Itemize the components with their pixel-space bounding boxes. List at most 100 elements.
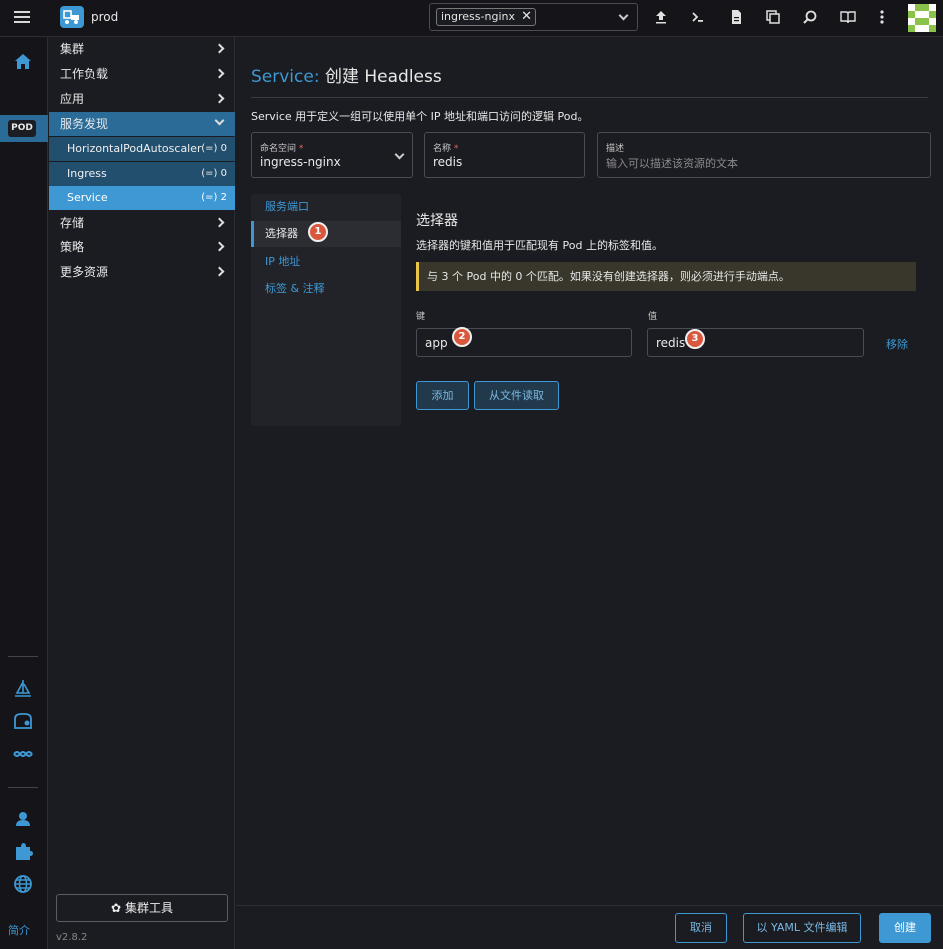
nav-item-label: 集群 xyxy=(60,42,85,56)
chevron-right-icon xyxy=(214,266,225,277)
namespace-filter[interactable]: ingress-nginx ✕ xyxy=(429,3,638,31)
nav-item-label: 更多资源 xyxy=(60,265,109,279)
globe-icon[interactable] xyxy=(12,873,34,895)
cluster-name: prod xyxy=(91,10,119,24)
fleet-icon[interactable] xyxy=(12,710,34,732)
warning-banner: 与 3 个 Pod 中的 0 个匹配。如果没有创建选择器，则必须进行手动端点。 xyxy=(416,262,916,291)
extensions-chain-icon[interactable] xyxy=(12,743,34,765)
value-column-label: 值 xyxy=(648,312,658,322)
key-column-label: 键 xyxy=(416,312,426,322)
nav-sub-count: (=) 2 xyxy=(201,192,227,203)
nav-item-label: 服务发现 xyxy=(60,117,109,131)
copy-config-icon[interactable] xyxy=(765,9,781,25)
page-title: Service: 创建 Headless xyxy=(251,62,442,87)
required-marker: * xyxy=(453,144,459,154)
description-placeholder: 输入可以描述该资源的文本 xyxy=(606,157,738,170)
nav-item-label: 应用 xyxy=(60,92,85,106)
selector-description: 选择器的键和值用于匹配现有 Pod 上的标签和值。 xyxy=(416,239,663,252)
step-badge-3: 3 xyxy=(685,329,705,349)
file-icon[interactable] xyxy=(728,9,744,25)
add-button[interactable]: 添加 xyxy=(416,381,469,410)
namespace-label: 命名空间 * xyxy=(260,141,303,154)
create-button[interactable]: 创建 xyxy=(879,913,931,943)
namespace-value: ingress-nginx xyxy=(260,155,341,169)
namespace-select[interactable]: 命名空间 * ingress-nginx xyxy=(251,132,413,178)
nav-item-policy[interactable]: 策略 xyxy=(49,235,235,259)
nav-item-label: 存储 xyxy=(60,216,85,230)
edit-yaml-button[interactable]: 以 YAML 文件编辑 xyxy=(743,913,861,943)
step-badge-2: 2 xyxy=(452,327,472,347)
nav-sub-label: Service xyxy=(67,191,108,204)
nav-sub-count: (=) 0 xyxy=(201,143,227,154)
left-rail: POD 简介 xyxy=(0,37,48,949)
nav-item-more-resources[interactable]: 更多资源 xyxy=(49,260,235,284)
about-link[interactable]: 简介 xyxy=(8,922,30,938)
nav-item-cluster[interactable]: 集群 xyxy=(49,37,235,61)
user-avatar[interactable] xyxy=(908,4,936,32)
footer-bar: 取消 以 YAML 文件编辑 创建 xyxy=(236,905,943,949)
chevron-down-icon[interactable] xyxy=(618,10,629,21)
search-icon[interactable] xyxy=(802,9,818,25)
version-label: v2.8.2 xyxy=(56,932,88,943)
gear-icon: ✿ xyxy=(111,901,122,915)
nav-sub-hpa[interactable]: HorizontalPodAutoscaler (=) 0 xyxy=(49,137,235,161)
nav-item-storage[interactable]: 存储 xyxy=(49,211,235,235)
apps-sailboat-icon[interactable] xyxy=(12,678,34,700)
cluster-tools-label: 集群工具 xyxy=(124,901,173,915)
nav-item-apps[interactable]: 应用 xyxy=(49,87,235,111)
cluster-tools-button[interactable]: ✿ 集群工具 xyxy=(56,894,228,922)
upload-icon[interactable] xyxy=(653,9,669,25)
user-icon[interactable] xyxy=(12,808,34,830)
nav-item-label: 工作负载 xyxy=(60,67,109,81)
chevron-right-icon xyxy=(214,241,225,252)
description-field[interactable]: 描述 输入可以描述该资源的文本 xyxy=(597,132,931,178)
page-description: Service 用于定义一组可以使用单个 IP 地址和端口访问的逻辑 Pod。 xyxy=(251,110,589,123)
namespace-label-text: 命名空间 xyxy=(260,144,297,154)
pod-cluster-row[interactable]: POD xyxy=(0,115,48,142)
nav-sub-service[interactable]: Service (=) 2 xyxy=(49,186,235,210)
nav-sub-label: Ingress xyxy=(67,167,107,180)
close-icon[interactable]: ✕ xyxy=(521,9,532,25)
name-label-text: 名称 xyxy=(433,144,452,154)
title-divider xyxy=(251,97,928,98)
menu-icon[interactable] xyxy=(14,11,30,23)
terminal-icon[interactable] xyxy=(690,9,706,25)
home-icon[interactable] xyxy=(12,51,34,73)
chevron-right-icon xyxy=(214,93,225,104)
cancel-button[interactable]: 取消 xyxy=(675,913,727,943)
chevron-down-icon xyxy=(214,115,225,126)
description-label: 描述 xyxy=(606,144,625,154)
puzzle-icon[interactable] xyxy=(12,841,34,863)
nav-item-service-discovery[interactable]: 服务发现 xyxy=(49,112,235,136)
rail-divider xyxy=(8,656,38,657)
tab-ip-address[interactable]: IP 地址 xyxy=(251,249,401,275)
page-title-action: 创建 Headless xyxy=(324,67,442,87)
nav-item-label: 策略 xyxy=(60,240,85,254)
pod-badge: POD xyxy=(8,120,36,137)
nav-sub-ingress[interactable]: Ingress (=) 0 xyxy=(49,162,235,186)
nav-sidebar: 集群 工作负载 应用 服务发现 HorizontalPodAutoscaler(… xyxy=(49,37,235,949)
book-icon[interactable] xyxy=(840,9,856,25)
read-from-file-button[interactable]: 从文件读取 xyxy=(474,381,559,410)
main-content: Service: 创建 Headless Service 用于定义一组可以使用单… xyxy=(236,37,943,905)
namespace-chip: ingress-nginx ✕ xyxy=(436,8,536,26)
page-title-kind[interactable]: Service: xyxy=(251,67,320,87)
tab-labels-annotations[interactable]: 标签 & 注释 xyxy=(251,276,401,302)
name-label: 名称 * xyxy=(433,141,458,154)
more-vertical-icon[interactable] xyxy=(874,9,890,25)
namespace-chip-label: ingress-nginx xyxy=(441,10,515,23)
selector-key-input[interactable]: app xyxy=(416,328,632,357)
name-field[interactable]: 名称 * redis xyxy=(424,132,585,178)
top-bar: prod ingress-nginx ✕ xyxy=(0,0,943,37)
selector-key-value: app xyxy=(425,336,448,350)
chevron-right-icon xyxy=(214,68,225,79)
step-badge-1: 1 xyxy=(308,222,328,242)
selector-panel: 选择器 选择器的键和值用于匹配现有 Pod 上的标签和值。 与 3 个 Pod … xyxy=(401,194,931,426)
tab-service-ports[interactable]: 服务端口 xyxy=(251,194,401,220)
name-value: redis xyxy=(433,155,463,169)
remove-link[interactable]: 移除 xyxy=(886,336,908,352)
nav-sub-label: HorizontalPodAutoscaler xyxy=(67,142,202,155)
chevron-down-icon xyxy=(394,149,405,160)
selector-value-input[interactable]: redis xyxy=(647,328,864,357)
nav-item-workload[interactable]: 工作负载 xyxy=(49,62,235,86)
